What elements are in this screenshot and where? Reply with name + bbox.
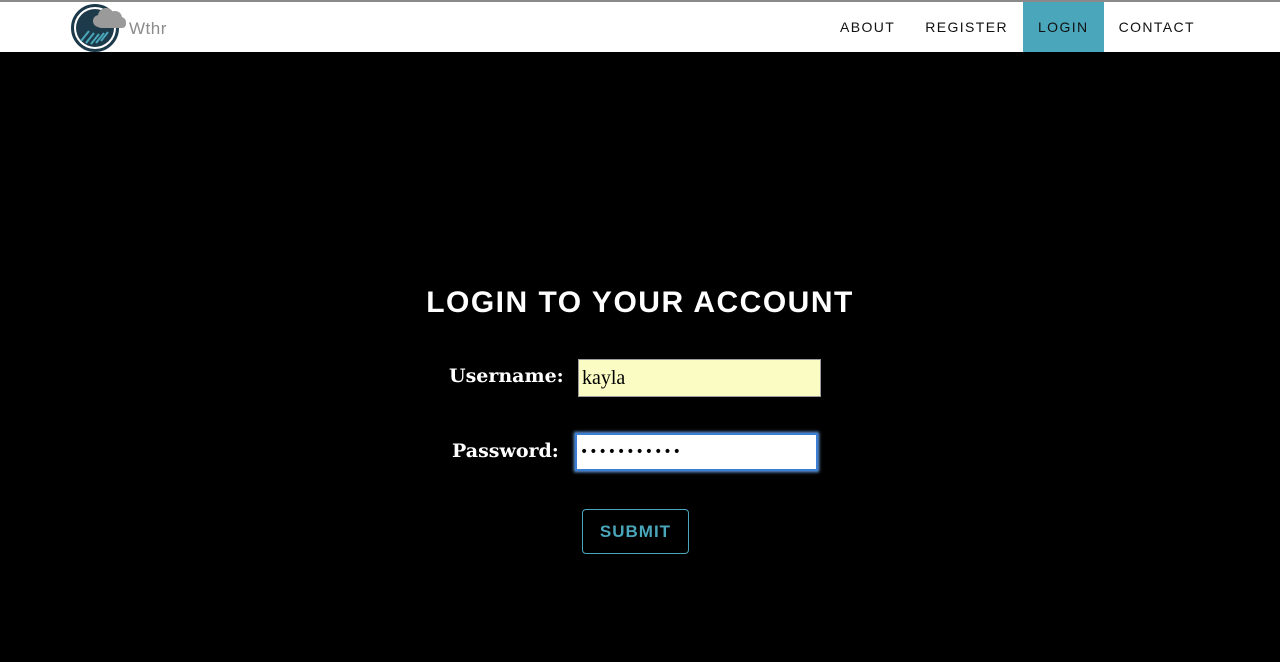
nav-item-about[interactable]: ABOUT — [825, 2, 910, 52]
username-label: Username: — [449, 365, 564, 387]
top-navbar: Wthr ABOUT REGISTER LOGIN CONTACT — [0, 0, 1280, 52]
submit-button[interactable]: SUBMIT — [582, 509, 689, 554]
main-nav: ABOUT REGISTER LOGIN CONTACT — [825, 2, 1210, 52]
nav-item-contact[interactable]: CONTACT — [1104, 2, 1210, 52]
nav-item-login[interactable]: LOGIN — [1022, 2, 1104, 52]
cloud-rain-icon — [71, 4, 126, 52]
nav-item-register[interactable]: REGISTER — [910, 2, 1023, 52]
brand-name: Wthr — [129, 19, 167, 38]
password-input[interactable] — [575, 433, 818, 471]
password-label: Password: — [452, 440, 559, 462]
page-title: LOGIN TO YOUR ACCOUNT — [426, 286, 854, 319]
username-input[interactable] — [578, 359, 821, 397]
brand[interactable]: Wthr — [70, 3, 200, 53]
